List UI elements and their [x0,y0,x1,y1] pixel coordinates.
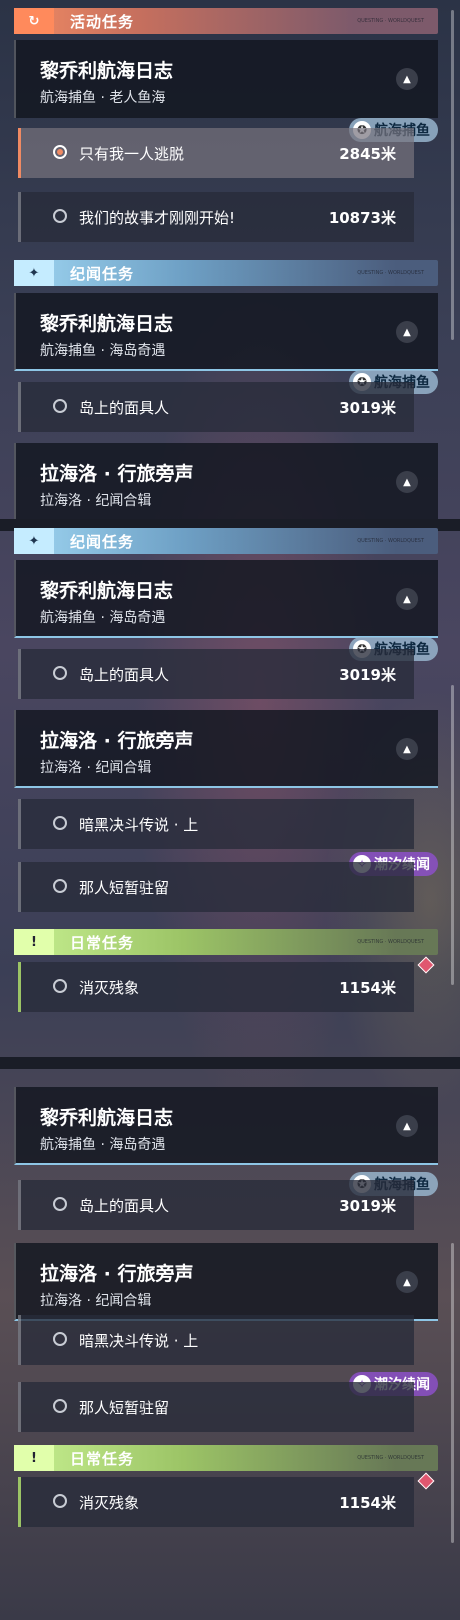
quest-subtitle: 航海捕鱼 · 海岛奇遇 [40,1137,166,1153]
alert-icon: ! [14,1445,54,1471]
section-caption: QUESTING · WORLDQUEST [357,18,424,24]
quest-card[interactable]: 拉海洛 · 行旅旁声 拉海洛 · 纪闻合辑 ▲ [14,710,438,788]
quest-card[interactable]: 黎乔利航海日志 航海捕鱼 · 老人鱼海 ▲ [14,40,438,118]
section-title: 活动任务 [70,12,135,31]
sub-quest-item[interactable]: 岛上的面具人 3019米 [18,1180,414,1230]
section-title: 纪闻任务 [70,532,135,551]
radio-icon[interactable] [53,816,67,830]
alert-icon: ! [14,929,54,955]
radio-icon[interactable] [53,1197,67,1211]
scrollbar[interactable] [451,10,454,340]
collapse-icon[interactable]: ▲ [396,321,418,343]
quest-card[interactable]: 黎乔利航海日志 航海捕鱼 · 海岛奇遇 ▲ [14,293,438,371]
sub-quest-item[interactable]: 消灭残象 1154米 [18,962,414,1012]
sub-quest-distance: 3019米 [339,1197,396,1215]
radio-icon[interactable] [53,1494,67,1508]
sub-quest-distance: 2845米 [339,145,396,163]
radio-selected-icon[interactable] [53,145,67,159]
section-caption: QUESTING · WORLDQUEST [357,270,424,276]
quest-subtitle: 航海捕鱼 · 海岛奇遇 [40,343,166,359]
quest-card[interactable]: 黎乔利航海日志 航海捕鱼 · 海岛奇遇 ▲ [14,560,438,638]
sub-quest-label: 那人短暂驻留 [79,1399,170,1417]
sub-quest-distance: 1154米 [339,1494,396,1512]
section-header-daily[interactable]: ! 日常任务 QUESTING · WORLDQUEST [14,929,438,955]
radio-icon[interactable] [53,979,67,993]
radio-icon[interactable] [53,879,67,893]
radio-icon[interactable] [53,399,67,413]
sub-quest-label: 暗黑决斗传说 · 上 [79,1332,199,1350]
radio-icon[interactable] [53,1399,67,1413]
quest-title: 黎乔利航海日志 [40,60,174,82]
sub-quest-label: 岛上的面具人 [79,666,170,684]
collapse-icon[interactable]: ▲ [396,1115,418,1137]
collapse-icon[interactable]: ▲ [396,471,418,493]
quest-subtitle: 拉海洛 · 纪闻合辑 [40,493,152,509]
quest-card[interactable]: 拉海洛 · 行旅旁声 拉海洛 · 纪闻合辑 ▲ [14,1243,438,1321]
quest-title: 黎乔利航海日志 [40,313,174,335]
sub-quest-distance: 10873米 [328,209,396,227]
sub-quest-label: 岛上的面具人 [79,399,170,417]
sub-quest-item[interactable]: 那人短暂驻留 [18,862,414,912]
quest-subtitle: 航海捕鱼 · 老人鱼海 [40,90,166,106]
section-caption: QUESTING · WORLDQUEST [357,538,424,544]
sub-quest-label: 消灭残象 [79,979,140,997]
section-title: 日常任务 [70,933,135,952]
sub-quest-label: 只有我一人逃脱 [79,145,185,163]
scrollbar[interactable] [451,685,454,985]
sub-quest-label: 那人短暂驻留 [79,879,170,897]
collapse-icon[interactable]: ▲ [396,738,418,760]
sub-quest-label: 暗黑决斗传说 · 上 [79,816,199,834]
sub-quest-item[interactable]: 那人短暂驻留 [18,1382,414,1432]
sub-quest-item[interactable]: 暗黑决斗传说 · 上 [18,799,414,849]
sparkle-icon: ✦ [14,528,54,554]
section-title: 纪闻任务 [70,264,135,283]
quest-panel-3: 黎乔利航海日志 航海捕鱼 · 海岛奇遇 ▲ ✪ 航海捕鱼 岛上的面具人 3019… [0,1063,460,1620]
quest-title: 拉海洛 · 行旅旁声 [40,1263,194,1285]
collapse-icon[interactable]: ▲ [396,1271,418,1293]
sub-quest-item[interactable]: 岛上的面具人 3019米 [18,382,414,432]
radio-icon[interactable] [53,209,67,223]
sub-quest-item[interactable]: 岛上的面具人 3019米 [18,649,414,699]
quest-subtitle: 航海捕鱼 · 海岛奇遇 [40,610,166,626]
diamond-icon [417,956,435,974]
collapse-icon[interactable]: ▲ [396,588,418,610]
sub-quest-label: 我们的故事才刚刚开始! [79,209,236,227]
scrollbar[interactable] [451,1243,454,1543]
collapse-icon[interactable]: ▲ [396,68,418,90]
section-caption: QUESTING · WORLDQUEST [357,1455,424,1461]
sparkle-icon: ✦ [14,260,54,286]
quest-title: 拉海洛 · 行旅旁声 [40,730,194,752]
radio-icon[interactable] [53,666,67,680]
radio-icon[interactable] [53,1332,67,1346]
section-caption: QUESTING · WORLDQUEST [357,939,424,945]
sub-quest-item[interactable]: 暗黑决斗传说 · 上 [18,1315,414,1365]
section-header-story[interactable]: ✦ 纪闻任务 QUESTING · WORLDQUEST [14,260,438,286]
sub-quest-distance: 3019米 [339,666,396,684]
quest-title: 黎乔利航海日志 [40,580,174,602]
quest-title: 拉海洛 · 行旅旁声 [40,463,194,485]
sub-quest-item[interactable]: 只有我一人逃脱 2845米 [18,128,414,178]
quest-title: 黎乔利航海日志 [40,1107,174,1129]
section-title: 日常任务 [70,1449,135,1468]
sub-quest-item[interactable]: 消灭残象 1154米 [18,1477,414,1527]
sub-quest-label: 消灭残象 [79,1494,140,1512]
quest-card[interactable]: 黎乔利航海日志 航海捕鱼 · 海岛奇遇 ▲ [14,1087,438,1165]
sub-quest-label: 岛上的面具人 [79,1197,170,1215]
quest-subtitle: 拉海洛 · 纪闻合辑 [40,1293,152,1309]
sub-quest-distance: 3019米 [339,399,396,417]
quest-card[interactable]: 拉海洛 · 行旅旁声 拉海洛 · 纪闻合辑 ▲ [14,443,438,521]
refresh-icon: ↻ [14,8,54,34]
section-header-daily[interactable]: ! 日常任务 QUESTING · WORLDQUEST [14,1445,438,1471]
quest-panel-1: ↻ 活动任务 QUESTING · WORLDQUEST 黎乔利航海日志 航海捕… [0,0,460,525]
sub-quest-distance: 1154米 [339,979,396,997]
quest-subtitle: 拉海洛 · 纪闻合辑 [40,760,152,776]
section-header-story[interactable]: ✦ 纪闻任务 QUESTING · WORLDQUEST [14,528,438,554]
diamond-icon [417,1472,435,1490]
quest-panel-2: ✦ 纪闻任务 QUESTING · WORLDQUEST 黎乔利航海日志 航海捕… [0,525,460,1063]
section-header-active[interactable]: ↻ 活动任务 QUESTING · WORLDQUEST [14,8,438,34]
sub-quest-item[interactable]: 我们的故事才刚刚开始! 10873米 [18,192,414,242]
